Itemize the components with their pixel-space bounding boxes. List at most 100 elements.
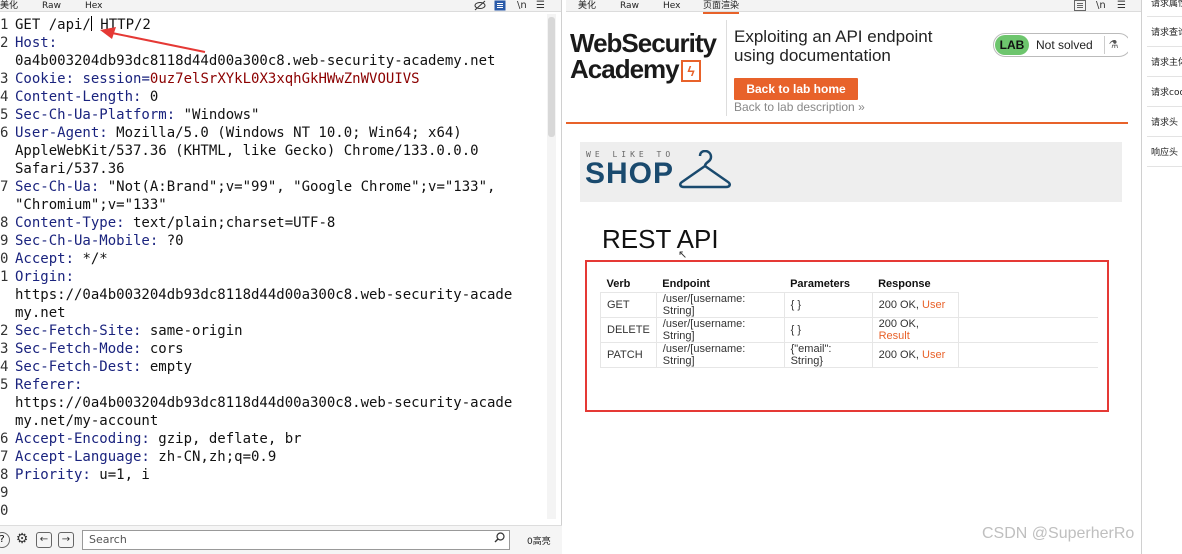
- search-placeholder: Search: [89, 533, 127, 546]
- code-line[interactable]: 0: [0, 502, 556, 520]
- inspector-panel: 请求属性 请求查询参数 请求主体参数 请求cookie 请求头 响应头: [1143, 0, 1182, 554]
- gear-icon[interactable]: ⚙: [14, 532, 30, 548]
- code-line[interactable]: 9: [0, 484, 556, 502]
- tab-pretty[interactable]: 美化: [578, 0, 596, 12]
- request-editor[interactable]: 1 GET /api/ HTTP/2 2 Host: 0a4b003204db93dc8…: [0, 16, 556, 520]
- response-link[interactable]: User: [922, 349, 945, 361]
- header-value: zh-CN,zh;q=0.9: [149, 449, 277, 465]
- line-number: 2: [0, 35, 9, 51]
- code-line[interactable]: 0 Accept: */*: [0, 250, 556, 268]
- line-content: Content-Length: 0: [15, 88, 158, 106]
- code-line[interactable]: Safari/537.36: [0, 160, 556, 178]
- inspector-item-cookies[interactable]: 请求cookie: [1151, 86, 1182, 100]
- newline-icon[interactable]: \n: [1096, 0, 1106, 12]
- response-link[interactable]: User: [922, 299, 945, 311]
- col-endpoint: Endpoint: [662, 277, 710, 290]
- inspector-item-request-headers[interactable]: 请求头: [1151, 116, 1182, 130]
- line-number: 6: [0, 125, 9, 141]
- line-number: 5: [0, 107, 9, 123]
- header-value: HTTP/2: [91, 17, 151, 33]
- back-to-lab-description-link[interactable]: Back to lab description »: [734, 100, 865, 114]
- inspector-item-query-params[interactable]: 请求查询参数: [1151, 26, 1182, 40]
- header-value: cors: [141, 341, 184, 357]
- inspector-item-body-params[interactable]: 请求主体参数: [1151, 56, 1182, 70]
- line-content: Referer:: [15, 376, 82, 394]
- code-line[interactable]: 2 Sec-Fetch-Site: same-origin: [0, 322, 556, 340]
- code-line[interactable]: "Chromium";v="133": [0, 196, 556, 214]
- arrow-left-icon[interactable]: ←: [36, 532, 52, 548]
- code-line[interactable]: my.net/my-account: [0, 412, 556, 430]
- code-line[interactable]: 3 Cookie: session=0uz7elSrXYkL0X3xqhGkHWw…: [0, 70, 556, 88]
- back-to-lab-home-button[interactable]: Back to lab home: [734, 78, 858, 100]
- response-link[interactable]: Result: [879, 330, 910, 342]
- code-line[interactable]: 6 User-Agent: Mozilla/5.0 (Windows NT 10.…: [0, 124, 556, 142]
- code-line[interactable]: 4 Sec-Fetch-Dest: empty: [0, 358, 556, 376]
- watermark: CSDN @SuperherRo: [982, 525, 1135, 542]
- code-line[interactable]: 8 Content-Type: text/plain;charset=UTF-8: [0, 214, 556, 232]
- line-content: Sec-Ch-Ua-Platform: "Windows": [15, 106, 259, 124]
- tab-raw[interactable]: Raw: [42, 0, 61, 12]
- header-value: "Chromium";v="133": [15, 197, 167, 213]
- line-content: Accept: */*: [15, 250, 108, 268]
- header-name: Content-Length:: [15, 89, 142, 105]
- header-name: Host:: [15, 35, 58, 51]
- tab-pretty[interactable]: 美化: [0, 0, 18, 12]
- inspector-item-response-headers[interactable]: 响应头: [1151, 146, 1182, 160]
- menu-icon[interactable]: ☰: [1117, 0, 1126, 12]
- arrow-right-icon[interactable]: →: [58, 532, 74, 548]
- header-value: https://0a4b003204db93dc8118d44d00a300c8…: [15, 287, 513, 303]
- line-content: Accept-Language: zh-CN,zh;q=0.9: [15, 448, 276, 466]
- code-line[interactable]: 5 Referer:: [0, 376, 556, 394]
- search-bar: ? ⚙ ← → Search 0高亮: [0, 525, 562, 554]
- code-line[interactable]: my.net: [0, 304, 556, 322]
- code-line[interactable]: 2 Host:: [0, 34, 556, 52]
- api-table: Verb Endpoint Parameters Response GET /u…: [600, 276, 1098, 368]
- lab-status-badge: LAB Not solved ⚗: [993, 33, 1128, 57]
- search-input[interactable]: Search: [82, 530, 510, 550]
- line-content: AppleWebKit/537.36 (KHTML, like Gecko) C…: [15, 142, 479, 160]
- tab-render[interactable]: 页面渲染: [703, 0, 740, 14]
- code-line[interactable]: 3 Sec-Fetch-Mode: cors: [0, 340, 556, 358]
- code-line[interactable]: 0a4b003204db93dc8118d44d00a300c8.web-sec…: [0, 52, 556, 70]
- eye-off-icon[interactable]: [474, 0, 486, 15]
- header-name: Sec-Ch-Ua-Platform:: [15, 107, 176, 123]
- list-icon[interactable]: [1074, 0, 1086, 15]
- col-parameters: Parameters: [790, 277, 851, 290]
- line-number: 6: [0, 431, 9, 447]
- code-line[interactable]: 1 Origin:: [0, 268, 556, 286]
- header-name: Accept-Encoding:: [15, 431, 150, 447]
- tab-raw[interactable]: Raw: [620, 0, 639, 12]
- table-row: PATCH /user/[username: String] {"email":…: [600, 341, 1098, 368]
- code-line[interactable]: 1 GET /api/ HTTP/2: [0, 16, 556, 34]
- code-line[interactable]: 7 Accept-Language: zh-CN,zh;q=0.9: [0, 448, 556, 466]
- endpoint: /user/[username: String]: [655, 291, 785, 318]
- code-line[interactable]: https://0a4b003204db93dc8118d44d00a300c8…: [0, 286, 556, 304]
- code-line[interactable]: 4 Content-Length: 0: [0, 88, 556, 106]
- menu-icon[interactable]: ☰: [536, 0, 545, 12]
- header-value: GET /api/: [15, 17, 91, 33]
- line-number: 0: [0, 503, 9, 519]
- tab-hex[interactable]: Hex: [663, 0, 680, 12]
- header-name: session: [82, 71, 142, 87]
- line-content: Content-Type: text/plain;charset=UTF-8: [15, 214, 335, 232]
- tab-hex[interactable]: Hex: [85, 0, 102, 12]
- code-line[interactable]: 6 Accept-Encoding: gzip, deflate, br: [0, 430, 556, 448]
- web-security-academy-logo[interactable]: WebSecurity Academy ϟ: [570, 30, 717, 82]
- code-line[interactable]: https://0a4b003204db93dc8118d44d00a300c8…: [0, 394, 556, 412]
- code-line[interactable]: 5 Sec-Ch-Ua-Platform: "Windows": [0, 106, 556, 124]
- code-line[interactable]: AppleWebKit/537.36 (KHTML, like Gecko) C…: [0, 142, 556, 160]
- request-scrollbar[interactable]: [547, 14, 556, 519]
- list-icon[interactable]: [494, 0, 506, 15]
- line-number: 1: [0, 269, 9, 285]
- code-line[interactable]: 8 Priority: u=1, i: [0, 466, 556, 484]
- inspector-item-request-attributes[interactable]: 请求属性: [1151, 0, 1182, 11]
- response-pane: 美化 Raw Hex 页面渲染 \n ☰ WebSecurity Academy…: [566, 0, 1142, 554]
- search-icon[interactable]: [494, 531, 505, 549]
- code-line[interactable]: 9 Sec-Ch-Ua-Mobile: ?0: [0, 232, 556, 250]
- newline-icon[interactable]: \n: [517, 0, 527, 12]
- header-name: Accept-Language:: [15, 449, 150, 465]
- help-icon[interactable]: ?: [0, 532, 10, 548]
- line-content: Sec-Ch-Ua-Mobile: ?0: [15, 232, 184, 250]
- code-line[interactable]: 7 Sec-Ch-Ua: "Not(A:Brand";v="99", "Googl…: [0, 178, 556, 196]
- flask-icon: ⚗: [1104, 36, 1122, 54]
